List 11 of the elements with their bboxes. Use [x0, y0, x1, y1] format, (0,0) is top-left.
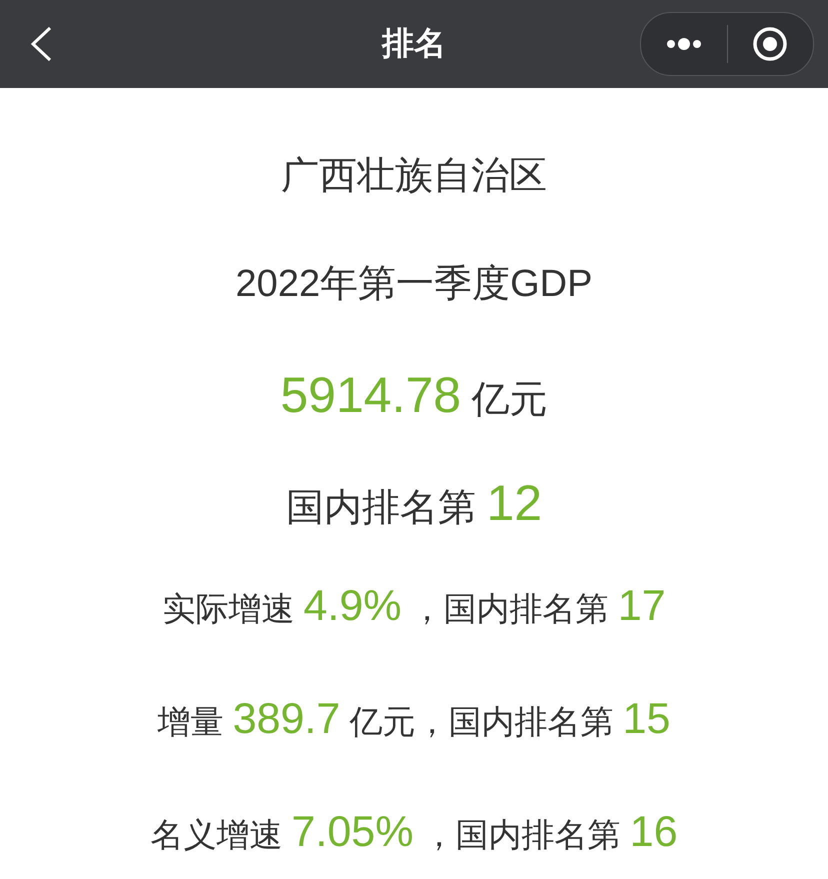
stat-text: 名义增速 7.05% ，国内排名第 16	[150, 808, 678, 858]
stat-text: 广西壮族自治区	[281, 154, 547, 199]
stat-text: 国内排名第 12	[286, 474, 542, 533]
stat-text: 增量 389.7 亿元，国内排名第 15	[158, 695, 670, 745]
stat-text: 2022年第一季度GDP	[236, 262, 592, 307]
stat-text: 5914.78 亿元	[280, 366, 548, 425]
more-icon	[666, 37, 702, 51]
back-icon[interactable]	[28, 25, 54, 63]
target-icon	[752, 26, 788, 62]
stat-text: 实际增速 4.9% ，国内排名第 17	[162, 582, 666, 632]
page-title: 排名	[382, 24, 446, 63]
